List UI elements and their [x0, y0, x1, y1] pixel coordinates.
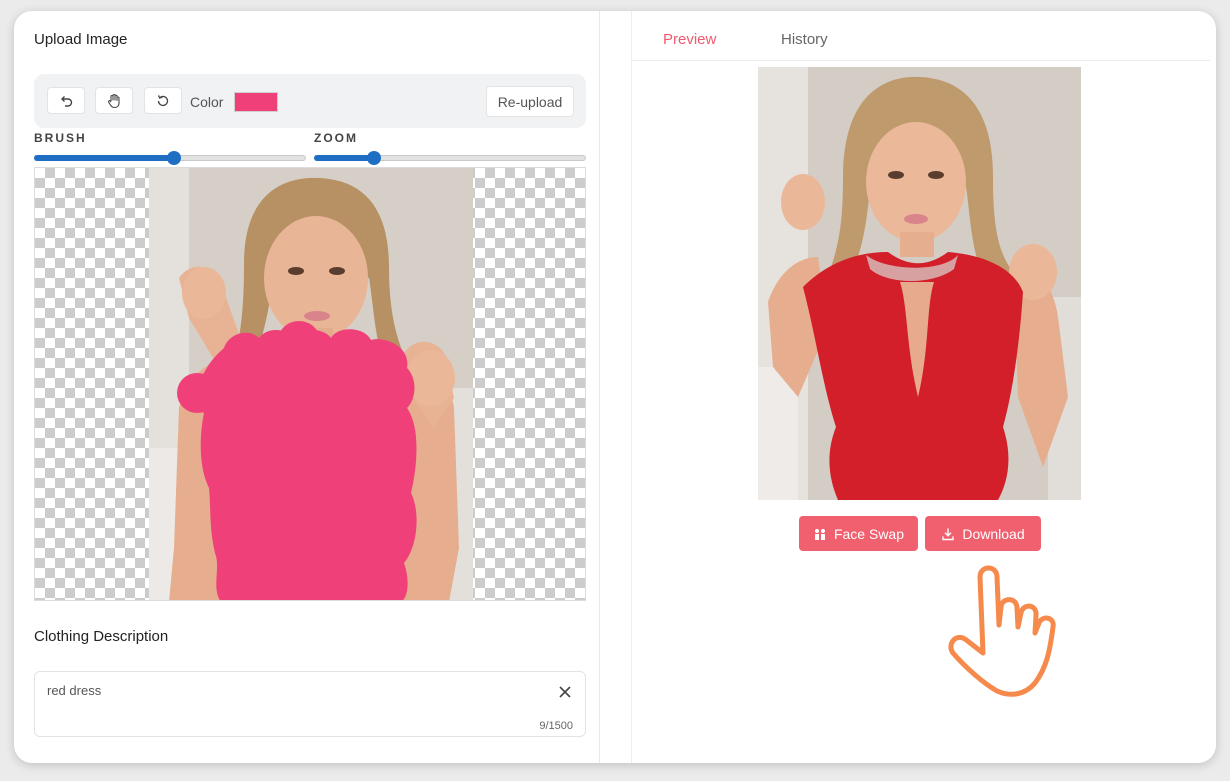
result-photo	[758, 67, 1081, 500]
brush-slider-knob[interactable]	[167, 151, 181, 165]
face-swap-button[interactable]: Face Swap	[799, 516, 918, 551]
color-swatch[interactable]	[234, 92, 278, 112]
tab-history[interactable]: History	[781, 31, 828, 48]
rotate-icon	[157, 94, 169, 106]
face-swap-icon	[814, 528, 825, 540]
clothing-description-input[interactable]: red dress 9/1500	[34, 671, 586, 737]
reupload-button[interactable]: Re-upload	[486, 86, 574, 117]
mask-toolbar: Color Re-upload	[34, 74, 586, 128]
face-swap-label: Face Swap	[833, 525, 905, 542]
source-photo	[149, 168, 473, 600]
brush-mask	[177, 321, 417, 600]
reset-button[interactable]	[144, 87, 182, 114]
mask-canvas[interactable]	[34, 167, 586, 601]
result-tabs: Preview History	[632, 11, 1210, 61]
description-value: red dress	[47, 683, 102, 698]
undo-button[interactable]	[47, 87, 85, 114]
pointing-hand-icon	[948, 565, 1056, 697]
result-panel: Preview History Face Swap Download	[631, 11, 1210, 763]
pan-hand-button[interactable]	[95, 87, 133, 114]
brush-label: BRUSH	[34, 131, 87, 145]
zoom-slider-knob[interactable]	[367, 151, 381, 165]
upload-title: Upload Image	[34, 31, 128, 48]
download-button[interactable]: Download	[925, 516, 1041, 551]
download-icon	[942, 528, 955, 540]
editor-panel: Upload Image Color Re-upload BRUSH ZOOM …	[14, 11, 600, 763]
character-counter: 9/1500	[539, 720, 573, 732]
zoom-slider-fill	[314, 155, 374, 161]
brush-slider[interactable]	[34, 151, 306, 165]
zoom-slider[interactable]	[314, 151, 586, 165]
result-photo-art	[758, 67, 1081, 500]
tab-preview[interactable]: Preview	[663, 31, 716, 48]
brush-slider-fill	[34, 155, 174, 161]
close-icon[interactable]	[557, 684, 573, 700]
hand-icon	[108, 93, 120, 108]
clothing-title: Clothing Description	[34, 628, 169, 645]
color-label: Color	[190, 94, 224, 110]
undo-icon	[61, 95, 73, 107]
zoom-label: ZOOM	[314, 131, 358, 145]
download-label: Download	[962, 525, 1025, 542]
